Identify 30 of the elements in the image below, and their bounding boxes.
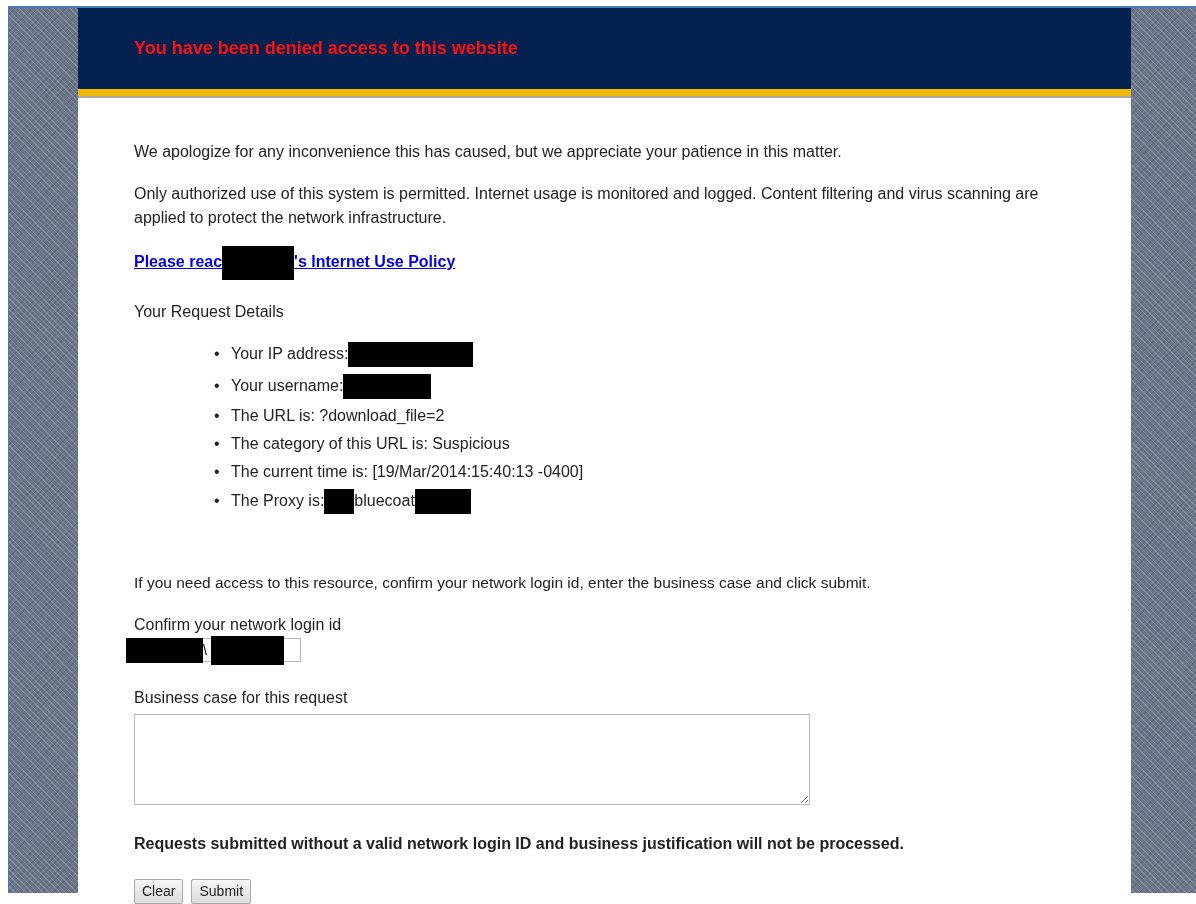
- detail-text: The Proxy is:: [231, 492, 325, 510]
- business-case-field[interactable]: [134, 713, 810, 805]
- section-heading: Your Request Details: [134, 302, 285, 322]
- bullet: •: [214, 491, 221, 512]
- policy-link[interactable]: Please reac: [134, 253, 223, 271]
- detail-text: Your username:: [231, 376, 344, 394]
- detail-text: The URL is: ?download_file=2: [231, 407, 445, 424]
- redaction-bar: [414, 489, 471, 515]
- form-button[interactable]: Clear: [134, 878, 184, 904]
- warning-text: Requests submitted without a valid network login ID and business justification will not be processed.: [134, 833, 905, 854]
- redaction-bar: [324, 489, 355, 515]
- detail-text: bluecoat: [354, 492, 415, 510]
- detail-text: Your IP address:: [231, 344, 349, 362]
- field-border: [284, 638, 301, 663]
- detail-text: The current time is: [19/Mar/2014:15:40:13 -0400]: [231, 462, 584, 480]
- instructions-text: If you need access to this resource, confirm your network login id, enter the business case and click submit.: [134, 573, 872, 594]
- policy-link[interactable]: 's Internet Use Policy: [294, 253, 456, 271]
- field-label: Business case for this request: [134, 687, 349, 708]
- bullet: •: [214, 433, 221, 454]
- paragraph: Only authorized use of this system is permitted. Internet usage is monitored and logged. Content filtering and virus scanning are applied to protect the network infrastructure.: [134, 184, 1040, 228]
- form-button[interactable]: Submit: [191, 878, 252, 904]
- paragraph: We apologize for any inconvenience this has caused, but we appreciate your patience in this matter.: [134, 142, 843, 162]
- field-label: Confirm your network login id: [134, 614, 343, 635]
- bullet: •: [214, 375, 221, 396]
- detail-text: The category of this URL is: Suspicious: [231, 434, 510, 452]
- login-id-field[interactable]: \: [203, 638, 211, 663]
- bullet: •: [214, 461, 221, 482]
- page-title: You have been denied access to this website: [134, 38, 519, 60]
- bullet: •: [214, 406, 221, 426]
- bullet: •: [214, 343, 221, 364]
